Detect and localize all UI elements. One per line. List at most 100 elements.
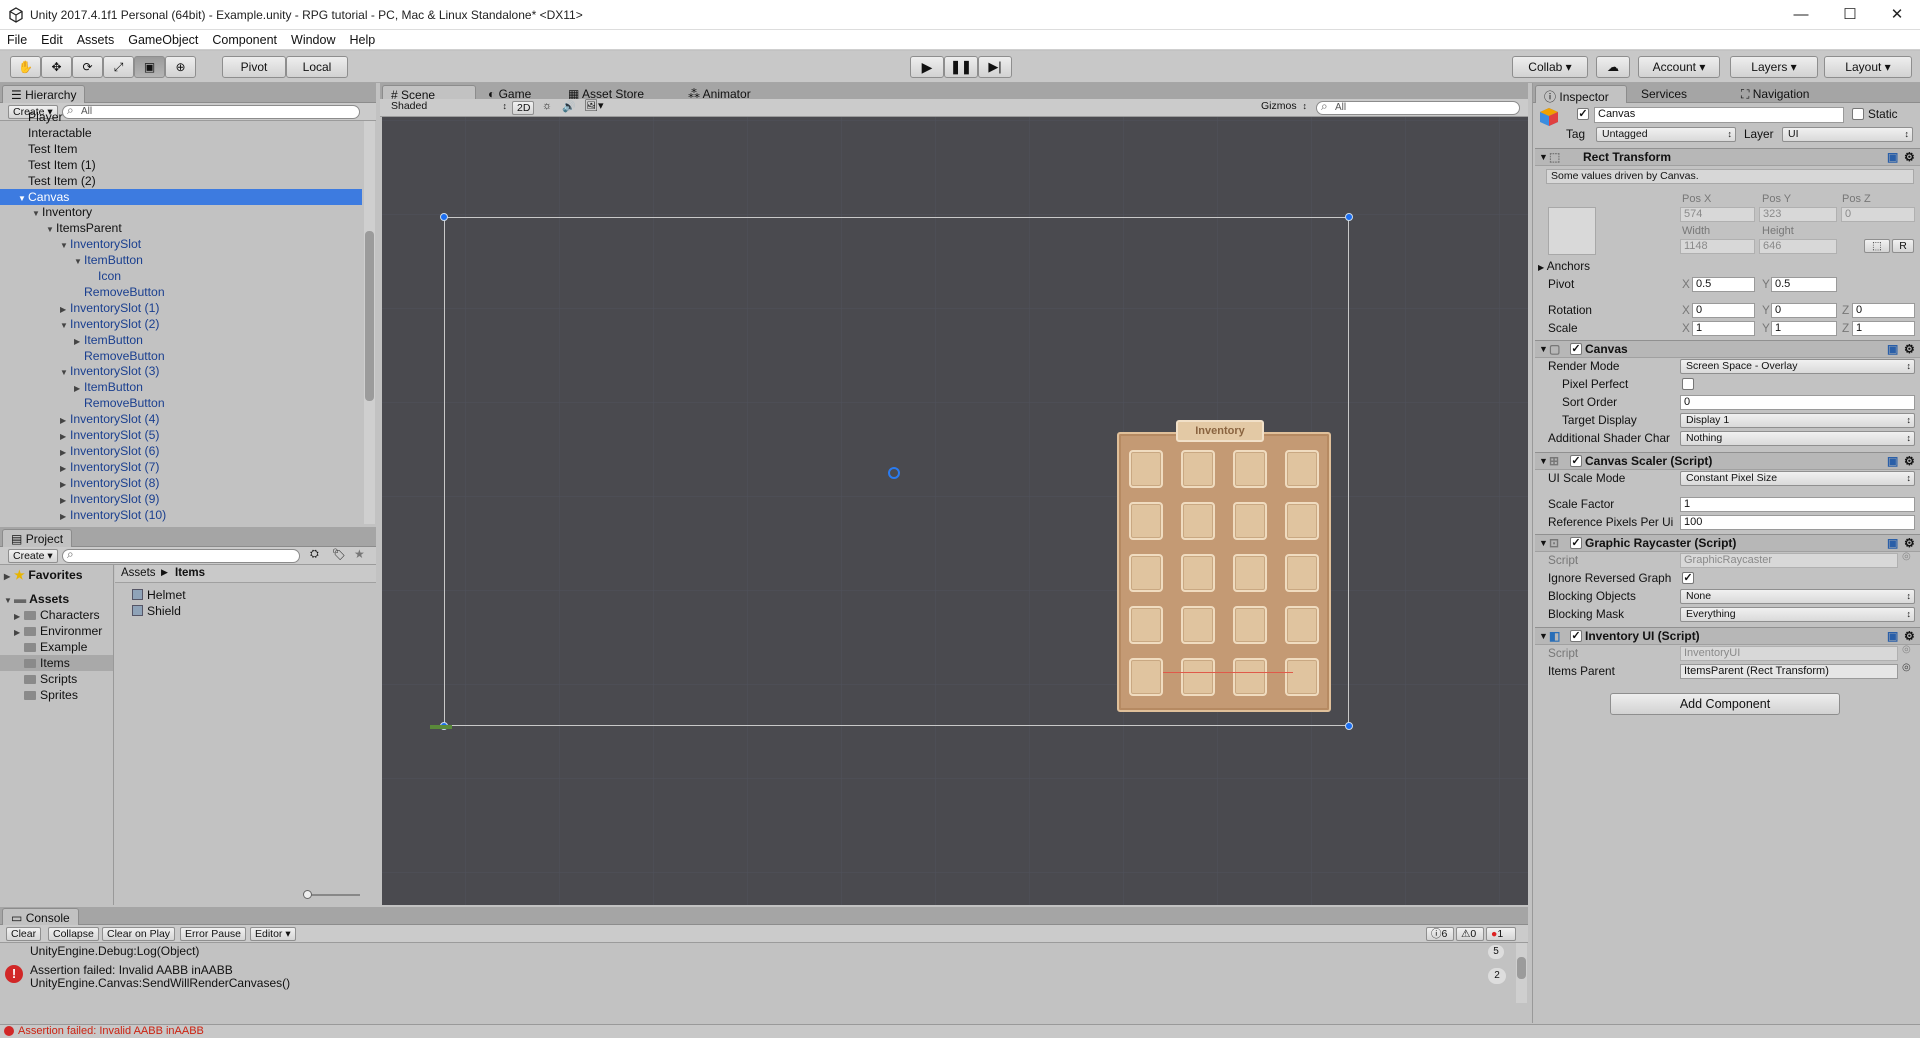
- rect-transform-header[interactable]: ▼ ⬚ Rect Transform ▣ ⚙: [1535, 148, 1920, 166]
- asset-item-shield[interactable]: Shield: [132, 603, 181, 619]
- close-button[interactable]: ✕: [1874, 0, 1920, 30]
- minimize-button[interactable]: —: [1778, 0, 1824, 30]
- raw-edit-button[interactable]: R: [1892, 239, 1914, 253]
- menu-help[interactable]: Help: [342, 30, 382, 47]
- inventory-ui-enabled-checkbox[interactable]: ✓: [1570, 630, 1582, 642]
- hierarchy-row[interactable]: ▶ InventorySlot (7): [60, 459, 159, 475]
- hierarchy-row[interactable]: RemoveButton: [74, 395, 165, 411]
- folder-item-items[interactable]: Items: [0, 655, 113, 671]
- hierarchy-search-input[interactable]: All: [62, 104, 360, 119]
- account-dropdown[interactable]: Account ▾: [1638, 56, 1720, 78]
- inventory-slot[interactable]: [1233, 502, 1267, 540]
- anchors-row[interactable]: ▶ Anchors: [1538, 258, 1590, 274]
- hierarchy-scrollbar[interactable]: [364, 121, 375, 524]
- pixel-perfect-checkbox[interactable]: [1682, 378, 1694, 390]
- render-mode-dropdown[interactable]: Screen Space - Overlay: [1680, 359, 1915, 374]
- inventory-slot[interactable]: [1233, 554, 1267, 592]
- inventory-slot[interactable]: [1181, 450, 1215, 488]
- sort-order-field[interactable]: 0: [1680, 395, 1915, 410]
- rotate-tool-button[interactable]: ⟳: [72, 56, 103, 78]
- inventory-slot[interactable]: [1285, 554, 1319, 592]
- cloud-button[interactable]: ☁: [1596, 56, 1630, 78]
- console-clear-on-play-button[interactable]: Clear on Play: [102, 927, 176, 941]
- tab-console[interactable]: ▭ Console: [2, 908, 79, 925]
- blueprint-mode-button[interactable]: ⬚: [1864, 239, 1890, 253]
- effects-icon[interactable]: 🖼▾: [584, 99, 604, 112]
- folder-item-example[interactable]: Example: [14, 639, 87, 655]
- hierarchy-row[interactable]: ▶ ItemButton: [74, 332, 143, 348]
- folder-item-environmer[interactable]: ▶ Environmer: [14, 623, 102, 639]
- ignore-reversed-checkbox[interactable]: ✓: [1682, 572, 1694, 584]
- hierarchy-row[interactable]: ▼ Inventory: [32, 204, 92, 220]
- favorite-star-icon[interactable]: ★: [354, 547, 365, 561]
- object-picker-icon[interactable]: ◎: [1902, 644, 1911, 655]
- folder-item-scripts[interactable]: Scripts: [14, 671, 77, 687]
- scale-y-field[interactable]: 1: [1771, 321, 1837, 336]
- collab-button[interactable]: Collab ▾: [1512, 56, 1588, 78]
- hierarchy-row[interactable]: ▶ InventorySlot (1): [60, 300, 159, 316]
- expanded-arrow-icon[interactable]: ▼: [32, 206, 42, 222]
- console-scrollbar[interactable]: [1516, 943, 1527, 1003]
- component-settings-icon[interactable]: ⚙: [1904, 535, 1915, 552]
- favorites-row[interactable]: ▶ ★ Favorites: [4, 567, 83, 583]
- shading-dropdown[interactable]: Shaded: [386, 100, 510, 115]
- audio-icon[interactable]: 🔊: [562, 100, 576, 113]
- help-icon[interactable]: ▣: [1887, 453, 1898, 470]
- inventory-ui-header[interactable]: ▼ ◧ ✓ Inventory UI (Script) ▣ ⚙: [1535, 627, 1920, 645]
- project-search-input[interactable]: [62, 548, 300, 563]
- hierarchy-row[interactable]: ▶ ItemButton: [74, 379, 143, 395]
- inventory-slot[interactable]: [1233, 606, 1267, 644]
- hierarchy-row[interactable]: ▼ Canvas: [0, 188, 362, 205]
- filter-label-icon[interactable]: 🏷: [332, 548, 346, 561]
- tab-hierarchy[interactable]: ☰ Hierarchy: [2, 85, 86, 103]
- help-icon[interactable]: ▣: [1887, 341, 1898, 358]
- hierarchy-row[interactable]: ▶ InventorySlot (8): [60, 475, 159, 491]
- icon-size-slider-knob[interactable]: [303, 890, 312, 899]
- component-settings-icon[interactable]: ⚙: [1904, 628, 1915, 645]
- scale-x-field[interactable]: 1: [1692, 321, 1755, 336]
- inventory-slot[interactable]: [1233, 450, 1267, 488]
- console-log-line[interactable]: UnityEngine.Debug:Log(Object): [30, 944, 199, 958]
- posz-field[interactable]: 0: [1841, 207, 1915, 222]
- additional-shader-dropdown[interactable]: Nothing: [1680, 431, 1915, 446]
- maximize-button[interactable]: ☐: [1827, 0, 1873, 30]
- tab-navigation[interactable]: ⛶ Navigation: [1733, 85, 1817, 103]
- inventory-slot[interactable]: [1285, 606, 1319, 644]
- inventory-slot[interactable]: [1285, 502, 1319, 540]
- component-settings-icon[interactable]: ⚙: [1904, 453, 1915, 470]
- add-component-button[interactable]: Add Component: [1610, 693, 1840, 715]
- breadcrumb-assets[interactable]: Assets: [121, 567, 156, 579]
- tab-inspector[interactable]: ⓘ Inspector: [1535, 85, 1627, 104]
- step-button[interactable]: ▶|: [978, 56, 1012, 78]
- hierarchy-row[interactable]: ▼ InventorySlot: [60, 236, 141, 252]
- info-count-toggle[interactable]: ⓘ6: [1426, 927, 1454, 941]
- filter-type-icon[interactable]: ⛭: [310, 548, 319, 561]
- component-settings-icon[interactable]: ⚙: [1904, 341, 1915, 358]
- graphic-raycaster-header[interactable]: ▼ ⊡ ✓ Graphic Raycaster (Script) ▣ ⚙: [1535, 534, 1920, 552]
- collapsed-arrow-icon[interactable]: ▶: [60, 509, 70, 525]
- hierarchy-row[interactable]: ▶ InventorySlot (5): [60, 427, 159, 443]
- menu-component[interactable]: Component: [205, 30, 284, 47]
- breadcrumb-items[interactable]: Items: [175, 567, 205, 579]
- folder-item-characters[interactable]: ▶ Characters: [14, 607, 100, 623]
- tag-dropdown[interactable]: Untagged: [1596, 127, 1736, 142]
- console-editor-dropdown[interactable]: Editor ▾: [250, 927, 296, 941]
- transform-tool-button[interactable]: ⊕: [165, 56, 196, 78]
- console-error-line2[interactable]: UnityEngine.Canvas:SendWillRenderCanvase…: [30, 976, 290, 990]
- inventory-slot[interactable]: [1181, 658, 1215, 696]
- object-name-field[interactable]: Canvas: [1594, 107, 1844, 123]
- canvas-component-header[interactable]: ▼ ▢ ✓ Canvas ▣ ⚙: [1535, 340, 1920, 358]
- inventory-slot[interactable]: [1181, 554, 1215, 592]
- help-icon[interactable]: ▣: [1887, 149, 1898, 166]
- pivot-y-field[interactable]: 0.5: [1771, 277, 1837, 292]
- gizmos-dropdown[interactable]: Gizmos: [1256, 100, 1310, 115]
- icon-size-slider[interactable]: [303, 890, 360, 899]
- pivot-handle[interactable]: [888, 467, 900, 479]
- console-scroll-thumb[interactable]: [1517, 957, 1526, 979]
- anchor-gizmo[interactable]: [430, 725, 452, 729]
- menu-file[interactable]: File: [0, 30, 34, 47]
- assets-row[interactable]: ▼ ▬ Assets: [4, 591, 69, 607]
- scene-search-input[interactable]: All: [1316, 100, 1520, 115]
- inventory-slot[interactable]: [1129, 606, 1163, 644]
- inventory-slot[interactable]: [1181, 502, 1215, 540]
